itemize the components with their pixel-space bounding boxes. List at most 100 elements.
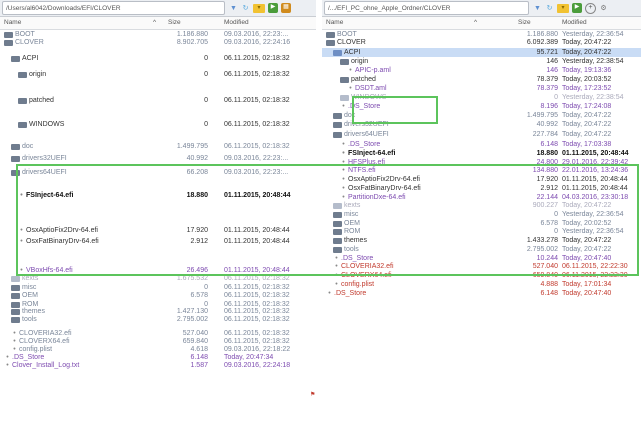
- name-column-header[interactable]: Name: [326, 19, 343, 26]
- folder-row[interactable]: misc 0 Yesterday, 22:36:54: [322, 210, 641, 219]
- row-name: WINDOWS: [340, 93, 386, 102]
- funnel-icon[interactable]: ▼: [229, 4, 238, 13]
- name-column-header[interactable]: Name: [4, 19, 21, 26]
- folder-row[interactable]: kexts 900.227 Today, 20:47:22: [322, 201, 641, 210]
- sync-icon[interactable]: ↻: [545, 4, 554, 13]
- grid-icon[interactable]: ▦: [281, 3, 291, 13]
- modified-column-header[interactable]: Modified: [224, 19, 249, 26]
- file-row[interactable]: • .DS_Store 6.148 Today, 20:47:40: [322, 289, 641, 298]
- row-name-label: WINDOWS: [29, 121, 65, 128]
- row-modified: 01.11.2015, 20:48:44: [224, 227, 290, 234]
- row-modified: Today, 17:24:08: [562, 103, 612, 110]
- modified-column-header[interactable]: Modified: [562, 19, 587, 26]
- file-row[interactable]: • OsxFatBinaryDrv-64.efi 2.912 01.11.2015, …: [322, 184, 641, 193]
- row-modified: 06.11.2015, 02:18:32: [224, 292, 290, 299]
- file-row[interactable]: • DSDT.aml 78.379 Today, 17:23:52: [322, 84, 641, 93]
- row-name-label: .DS_Store: [348, 141, 381, 148]
- folder-row[interactable]: CLOVER 8.902.705 09.03.2016, 22:24:16: [0, 38, 316, 47]
- row-name: drivers64UEFI: [333, 130, 389, 139]
- file-row[interactable]: • CLOVERIA32.efi 527.040 06.11.2015, 22:22:…: [322, 262, 641, 271]
- row-name: origin: [340, 57, 368, 66]
- row-name: • .DS_Store: [340, 102, 380, 111]
- size-column-header[interactable]: Size: [518, 19, 531, 26]
- folder-row[interactable]: origin 146 Yesterday, 22:38:54: [322, 57, 641, 66]
- folder-row[interactable]: WINDOWS 0 Yesterday, 22:38:54: [322, 93, 641, 102]
- row-name: doc: [11, 142, 33, 151]
- folder-row[interactable]: WINDOWS 0 06.11.2015, 02:18:32: [0, 120, 316, 129]
- folder-row[interactable]: CLOVER 6.092.389 Today, 20:47:22: [322, 38, 641, 47]
- file-row[interactable]: • config.plist 4.888 Today, 17:01:34: [322, 280, 641, 289]
- row-name-label: ACPI: [22, 55, 39, 62]
- sync-icon[interactable]: ↻: [241, 4, 250, 13]
- left-path-field[interactable]: /Users/al6042/Downloads/EFI/CLOVER: [2, 1, 225, 15]
- row-name: OEM: [11, 291, 38, 300]
- file-icon: •: [328, 290, 331, 297]
- row-name-label: patched: [351, 76, 376, 83]
- row-name: • OsxAptioFix2Drv-64.efi: [18, 226, 98, 235]
- file-row[interactable]: • APIC-p.aml 146 Today, 19:13:36: [322, 66, 641, 75]
- row-modified: Today, 17:01:34: [562, 281, 612, 288]
- row-name: drivers64UEFI: [11, 168, 67, 177]
- file-icon: •: [342, 176, 345, 183]
- row-name-label: NTFS.efi: [348, 167, 376, 174]
- file-row[interactable]: • FSInject-64.efi 18.880 01.11.2015, 20:48:…: [322, 149, 641, 158]
- file-icon: •: [20, 227, 23, 234]
- green-action-icon[interactable]: ▶: [268, 3, 278, 13]
- right-toolbar: ▼ ↻ ▾ ▶ + ⚙: [533, 2, 608, 14]
- row-modified: 22.01.2016, 13:24:36: [562, 167, 629, 174]
- row-name-label: doc: [344, 112, 356, 119]
- funnel-icon[interactable]: ▼: [533, 4, 542, 13]
- file-row[interactable]: • OsxAptioFix2Drv-64.efi 17.920 01.11.2015,…: [0, 226, 316, 235]
- file-row[interactable]: • .DS_Store 8.196 Today, 17:24:08: [322, 102, 641, 111]
- folder-row[interactable]: drivers64UEFI 227.784 Today, 20:47:22: [322, 130, 641, 139]
- folder-row[interactable]: ROM 0 Yesterday, 22:36:54: [322, 227, 641, 236]
- folder-row[interactable]: OEM 6.578 06.11.2015, 02:18:32: [0, 291, 316, 300]
- folder-row[interactable]: kexts 1.675.532 06.11.2015, 02:18:32: [0, 274, 316, 283]
- folder-icon[interactable]: ▾: [557, 3, 569, 13]
- file-row[interactable]: • Clover_Install_Log.txt 1.587 09.03.2016, …: [0, 361, 316, 370]
- row-modified: Today, 20:47:22: [562, 49, 612, 56]
- folder-row[interactable]: drivers32UEFI 40.992 Today, 20:47:22: [322, 120, 641, 129]
- file-row[interactable]: • OsxAptioFix2Drv-64.efi 17.920 01.11.2015,…: [322, 175, 641, 184]
- row-size: 6.148: [540, 141, 558, 148]
- plus-icon[interactable]: +: [585, 2, 596, 14]
- row-name-label: ROM: [344, 228, 361, 235]
- folder-row[interactable]: doc 1.499.795 Today, 20:47:22: [322, 111, 641, 120]
- folder-row[interactable]: patched 0 06.11.2015, 02:18:32: [0, 96, 316, 105]
- row-size: 17.920: [536, 176, 558, 183]
- file-row[interactable]: • CLOVERX64.efi 659.840 06.11.2015, 22:22:3…: [322, 271, 641, 280]
- row-name-label: CLOVERIA32.efi: [341, 263, 394, 270]
- folder-row[interactable]: drivers32UEFI 40.992 09.03.2016, 22:23:...: [0, 154, 316, 163]
- folder-icon: [11, 316, 20, 323]
- folder-row[interactable]: tools 2.795.002 06.11.2015, 02:18:32: [0, 315, 316, 324]
- folder-icon: [11, 308, 20, 315]
- folder-icon[interactable]: ▾: [253, 3, 265, 13]
- right-path-field[interactable]: /.../EFI_PC_ohne_Apple_Ordner/CLOVER: [324, 1, 529, 15]
- gear-icon[interactable]: ⚙: [599, 4, 608, 13]
- row-name-label: kexts: [344, 202, 361, 209]
- folder-row[interactable]: drivers64UEFI 66.208 09.03.2016, 22:23:...: [0, 168, 316, 177]
- row-name-label: tools: [344, 246, 359, 253]
- folder-row[interactable]: origin 0 06.11.2015, 02:18:32: [0, 70, 316, 79]
- size-column-header[interactable]: Size: [168, 19, 181, 26]
- file-row[interactable]: • OsxFatBinaryDrv-64.efi 2.912 01.11.2015, …: [0, 237, 316, 246]
- row-modified: 06.11.2015, 02:18:32: [224, 143, 290, 150]
- folder-row[interactable]: ACPI 0 06.11.2015, 02:18:32: [0, 54, 316, 63]
- file-row[interactable]: • NTFS.efi 134.880 22.01.2016, 13:24:36: [322, 166, 641, 175]
- folder-row[interactable]: doc 1.499.795 06.11.2015, 02:18:32: [0, 142, 316, 151]
- folder-icon: [340, 58, 349, 65]
- row-modified: 06.11.2015, 02:18:32: [224, 97, 290, 104]
- file-row[interactable]: • .DS_Store 6.148 Today, 17:03:38: [322, 140, 641, 149]
- row-name-label: patched: [29, 97, 54, 104]
- green-action-icon[interactable]: ▶: [572, 3, 582, 13]
- folder-icon: [18, 97, 27, 104]
- row-name: • .DS_Store: [326, 289, 366, 298]
- folder-row[interactable]: patched 78.379 Today, 20:03:52: [322, 75, 641, 84]
- folder-row[interactable]: tools 2.795.002 Today, 20:47:22: [322, 245, 641, 254]
- file-row[interactable]: • FSInject-64.efi 18.880 01.11.2015, 20:48:…: [0, 191, 316, 200]
- row-modified: Today, 20:47:22: [562, 202, 612, 209]
- folder-row[interactable]: themes 1.433.278 Today, 20:47:22: [322, 236, 641, 245]
- folder-row[interactable]: ACPI 95.721 Today, 20:47:22: [322, 48, 641, 57]
- row-size: 0: [554, 211, 558, 218]
- row-modified: 09.03.2016, 22:24:16: [224, 39, 291, 46]
